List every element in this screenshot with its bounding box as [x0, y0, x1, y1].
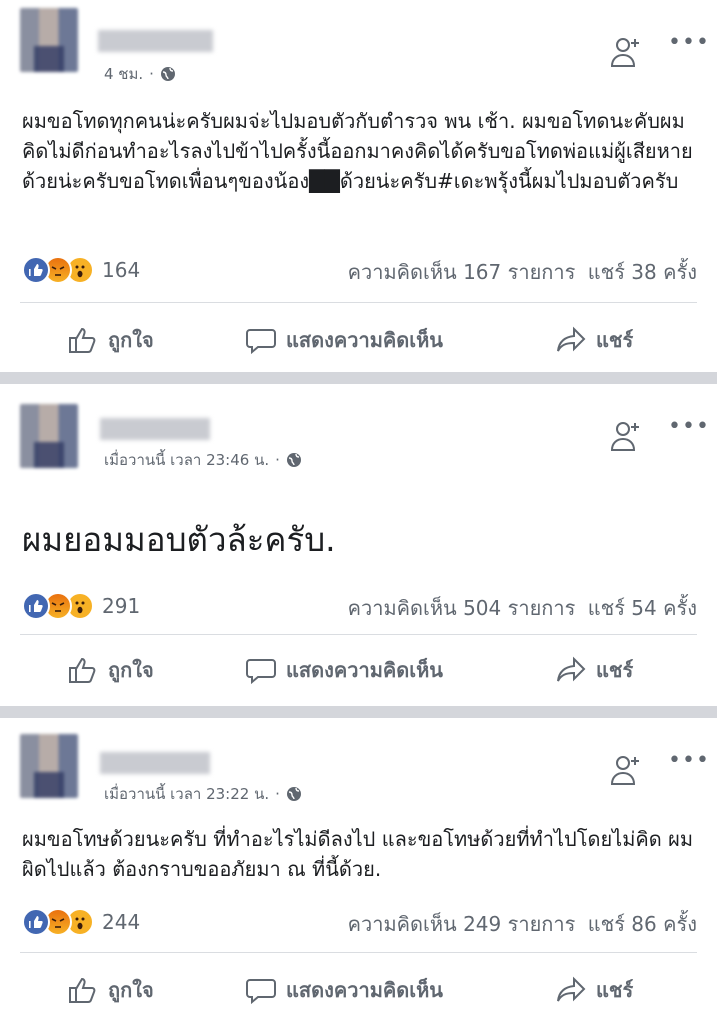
more-icon[interactable]: •••	[668, 750, 710, 772]
like-label: ถูกใจ	[108, 328, 154, 352]
action-bar: ถูกใจ แสดงความคิดเห็น แชร์	[0, 320, 717, 360]
post-text: ผมขอโทษด้วยนะครับ ที่ทำอะไรไม่ดีลงไป และ…	[22, 827, 694, 881]
post-meta: 4 ชม. ·	[104, 62, 176, 86]
globe-icon	[286, 787, 301, 801]
like-icon	[69, 327, 96, 353]
post-time[interactable]: เมื่อวานนี้ เวลา 23:22 น.	[104, 782, 269, 806]
author-name[interactable]	[100, 752, 210, 774]
divider	[20, 302, 697, 303]
add-friend-icon[interactable]	[610, 418, 642, 452]
add-friend-icon[interactable]	[610, 34, 642, 68]
globe-icon	[160, 67, 175, 81]
divider	[20, 952, 697, 953]
post-divider	[0, 372, 717, 384]
divider	[20, 634, 697, 635]
comment-button[interactable]: แสดงความคิดเห็น	[246, 654, 443, 686]
post-meta: เมื่อวานนี้ เวลา 23:46 น. ·	[104, 448, 302, 472]
reaction-count: 244	[102, 910, 141, 934]
post-time[interactable]: เมื่อวานนี้ เวลา 23:46 น.	[104, 448, 269, 472]
comment-icon	[246, 659, 276, 684]
post-text: ผมขอโทดทุกคนน่ะครับผมจ่ะไปมอบตัวกับตำรวจ…	[22, 109, 693, 193]
add-friend-icon[interactable]	[610, 752, 642, 786]
share-icon	[557, 326, 586, 352]
reaction-count: 164	[102, 258, 141, 282]
post-meta: เมื่อวานนี้ เวลา 23:22 น. ·	[104, 782, 302, 806]
like-label: ถูกใจ	[108, 658, 154, 682]
post-stats: ความคิดเห็น 167 รายการ แชร์ 38 ครั้ง	[342, 256, 697, 288]
action-bar: ถูกใจ แสดงความคิดเห็น แชร์	[0, 970, 717, 1010]
share-count[interactable]: แชร์ 38 ครั้ง	[588, 260, 697, 284]
like-label: ถูกใจ	[108, 978, 154, 1002]
share-label: แชร์	[596, 328, 634, 352]
post-1: 4 ชม. · ••• ผมขอโทดทุกคนน่ะครับผมจ่ะไปมอ…	[0, 0, 717, 372]
reactions-summary[interactable]: 244	[22, 908, 140, 936]
globe-icon	[286, 453, 301, 467]
post-2: เมื่อวานนี้ เวลา 23:46 น. · ••• ผมยอมมอบ…	[0, 384, 717, 706]
avatar[interactable]	[20, 404, 78, 468]
share-count[interactable]: แชร์ 54 ครั้ง	[588, 596, 697, 620]
reactions-summary[interactable]: 291	[22, 592, 140, 620]
post-text: ผมยอมมอบตัวล้ะครับ.	[22, 520, 336, 559]
like-button[interactable]: ถูกใจ	[68, 974, 154, 1006]
comment-button[interactable]: แสดงความคิดเห็น	[246, 324, 443, 356]
more-icon[interactable]: •••	[668, 32, 710, 54]
share-button[interactable]: แชร์	[556, 324, 633, 356]
author-name[interactable]	[98, 30, 213, 52]
like-button[interactable]: ถูกใจ	[68, 654, 154, 686]
like-reaction-icon	[22, 592, 50, 620]
author-name[interactable]	[100, 418, 210, 440]
comment-button[interactable]: แสดงความคิดเห็น	[246, 974, 443, 1006]
like-icon	[69, 657, 96, 683]
like-icon	[69, 977, 96, 1003]
like-reaction-icon	[22, 256, 50, 284]
post-divider	[0, 706, 717, 718]
post-time[interactable]: 4 ชม.	[104, 62, 143, 86]
comment-icon	[246, 329, 276, 354]
share-label: แชร์	[596, 658, 634, 682]
comment-count[interactable]: ความคิดเห็น 504 รายการ	[348, 596, 576, 620]
share-button[interactable]: แชร์	[556, 974, 633, 1006]
share-count[interactable]: แชร์ 86 ครั้ง	[588, 912, 697, 936]
post-stats: ความคิดเห็น 504 รายการ แชร์ 54 ครั้ง	[342, 592, 697, 624]
comment-icon	[246, 979, 276, 1004]
share-icon	[557, 656, 586, 682]
reactions-summary[interactable]: 164	[22, 256, 140, 284]
post-stats: ความคิดเห็น 249 รายการ แชร์ 86 ครั้ง	[342, 908, 697, 940]
like-reaction-icon	[22, 908, 50, 936]
avatar[interactable]	[20, 8, 78, 72]
comment-count[interactable]: ความคิดเห็น 167 รายการ	[348, 260, 576, 284]
comment-label: แสดงความคิดเห็น	[286, 658, 443, 682]
reaction-count: 291	[102, 594, 141, 618]
post-3: เมื่อวานนี้ เวลา 23:22 น. · ••• ผมขอโทษด…	[0, 718, 717, 1024]
more-icon[interactable]: •••	[668, 416, 710, 438]
avatar[interactable]	[20, 734, 78, 798]
action-bar: ถูกใจ แสดงความคิดเห็น แชร์	[0, 650, 717, 690]
comment-label: แสดงความคิดเห็น	[286, 328, 443, 352]
share-icon	[557, 976, 586, 1002]
comment-count[interactable]: ความคิดเห็น 249 รายการ	[348, 912, 576, 936]
like-button[interactable]: ถูกใจ	[68, 324, 154, 356]
share-button[interactable]: แชร์	[556, 654, 633, 686]
comment-label: แสดงความคิดเห็น	[286, 978, 443, 1002]
share-label: แชร์	[596, 978, 634, 1002]
